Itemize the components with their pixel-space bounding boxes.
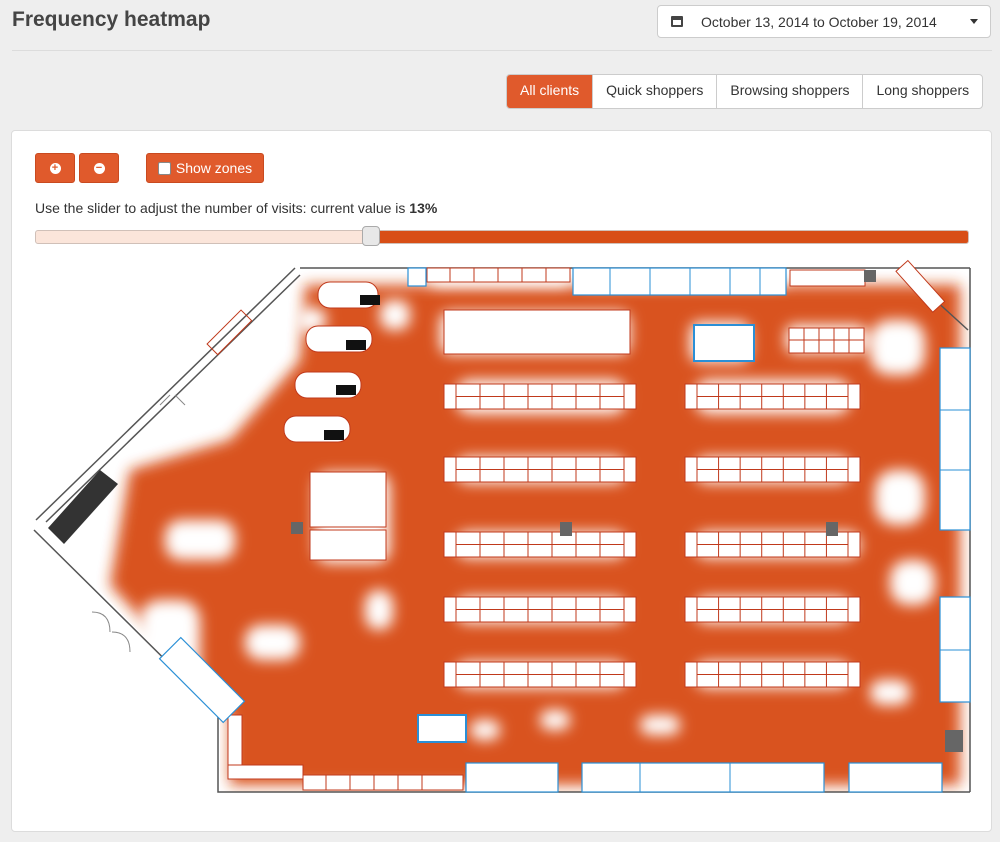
entrance-mat [48, 470, 118, 544]
store-floorplan-heatmap [33, 259, 971, 793]
